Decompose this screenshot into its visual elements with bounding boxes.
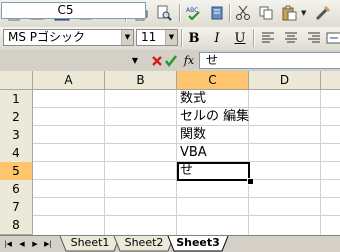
column-header-c[interactable]: C	[177, 71, 249, 90]
bold-button[interactable]: B	[184, 28, 204, 48]
cell-c2[interactable]: セルの 編集	[178, 107, 249, 126]
cell-c1[interactable]: 数式	[178, 89, 206, 108]
first-sheet-icon[interactable]: |◀	[2, 238, 14, 250]
cut-icon[interactable]	[233, 3, 253, 23]
font-name-value: MS Pゴシック	[8, 30, 86, 44]
chevron-down-icon[interactable]: ▼	[165, 30, 177, 45]
row-header-6[interactable]: 6	[0, 180, 33, 199]
column-header-d[interactable]: D	[249, 71, 321, 90]
align-right-icon[interactable]	[304, 28, 324, 48]
sheet-tab-2[interactable]: Sheet2	[122, 236, 166, 251]
select-all-corner[interactable]	[0, 71, 33, 90]
gridline	[33, 197, 340, 198]
row-header-7[interactable]: 7	[0, 198, 33, 217]
worksheet-grid[interactable]: A B C D 1 2 3 4 5 6 7 8 数式 セルの 編集 関数 VBA…	[0, 71, 340, 235]
paste-dropdown-icon[interactable]: ▼	[301, 9, 306, 17]
row-header-3[interactable]: 3	[0, 126, 33, 145]
gridline	[33, 215, 340, 216]
font-name-combo[interactable]: MS Pゴシック ▼	[3, 29, 134, 46]
row-header-5[interactable]: 5	[0, 162, 33, 181]
name-box[interactable]: C5	[1, 2, 146, 19]
spelling-icon[interactable]: ABC	[184, 3, 204, 23]
insert-function-button[interactable]: fx	[180, 52, 198, 69]
font-size-value: 11	[141, 30, 157, 44]
row-header-2[interactable]: 2	[0, 108, 33, 127]
fill-handle[interactable]	[247, 178, 254, 185]
formatting-toolbar: MS Pゴシック ▼ 11 ▼ B I U	[0, 27, 340, 51]
toolbar-separator	[181, 29, 182, 47]
last-sheet-icon[interactable]: ▶|	[42, 238, 54, 250]
formula-input[interactable]: せ	[199, 52, 340, 69]
row-header-1[interactable]: 1	[0, 90, 33, 109]
chevron-down-icon[interactable]: ▼	[126, 52, 144, 69]
row-header-8[interactable]: 8	[0, 216, 33, 235]
enter-icon[interactable]	[163, 52, 179, 69]
cell-c3[interactable]: 関数	[178, 125, 206, 144]
chevron-down-icon[interactable]: ▼	[121, 30, 133, 45]
italic-button[interactable]: I	[207, 28, 227, 48]
svg-text:ABC: ABC	[186, 7, 198, 14]
column-header-b[interactable]: B	[105, 71, 177, 90]
research-icon[interactable]	[208, 3, 228, 23]
row-header-4[interactable]: 4	[0, 144, 33, 163]
font-size-combo[interactable]: 11 ▼	[136, 29, 178, 46]
gridline	[320, 90, 321, 235]
gridline	[104, 90, 105, 235]
toolbar-separator	[179, 4, 180, 22]
underline-button[interactable]: U	[230, 28, 250, 48]
sheet-tab-3[interactable]: Sheet3	[176, 236, 220, 251]
cell-c4[interactable]: VBA	[178, 143, 207, 162]
paste-icon[interactable]	[279, 3, 299, 23]
column-header-a[interactable]: A	[33, 71, 105, 90]
toolbar-separator	[229, 4, 230, 22]
prev-sheet-icon[interactable]: ◀	[16, 238, 28, 250]
next-sheet-icon[interactable]: ▶	[29, 238, 41, 250]
merge-center-icon[interactable]	[324, 28, 340, 48]
sheet-tab-1[interactable]: Sheet1	[68, 236, 112, 251]
column-header-e[interactable]	[321, 71, 340, 90]
align-center-icon[interactable]	[281, 28, 301, 48]
format-painter-icon[interactable]	[313, 3, 333, 23]
sheet-tab-bar: |◀ ◀ ▶ ▶| Sheet1 Sheet2 Sheet3	[0, 235, 340, 252]
print-preview-icon[interactable]	[154, 3, 174, 23]
copy-icon[interactable]	[256, 3, 276, 23]
cell-c5[interactable]: せ	[178, 161, 193, 180]
align-left-icon[interactable]	[258, 28, 278, 48]
toolbar-separator	[253, 29, 254, 47]
name-box-value: C5	[57, 3, 74, 17]
